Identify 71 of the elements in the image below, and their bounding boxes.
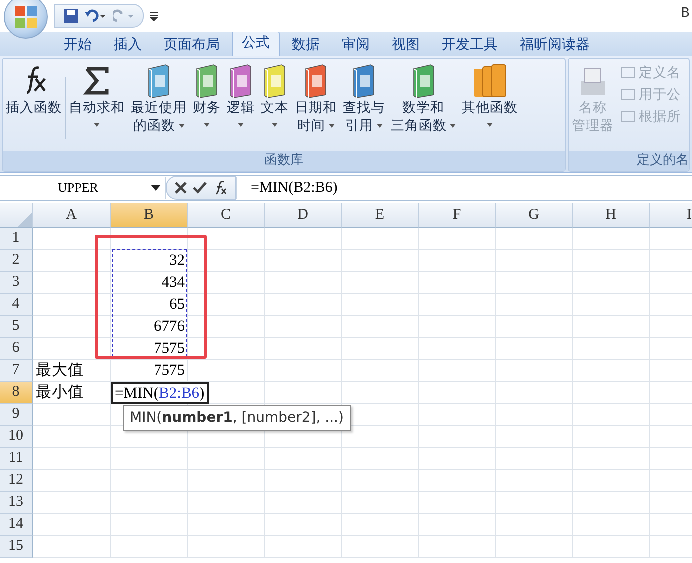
ribbon-button[interactable]: 查找与 引用 [340, 63, 388, 135]
table-cell-text: 7575 [153, 339, 186, 359]
row-header[interactable]: 5 [0, 316, 33, 338]
ribbon-button[interactable]: 逻辑 [224, 63, 258, 133]
ribbon-tab[interactable]: 审阅 [332, 33, 380, 56]
ribbon-tab[interactable]: 公式 [232, 31, 280, 56]
column-header[interactable]: C [188, 203, 265, 228]
ribbon-tab[interactable]: 开发工具 [432, 33, 508, 56]
office-button[interactable] [4, 0, 48, 39]
table-cell-text: 最小值 [35, 383, 85, 403]
row-header[interactable]: 7 [0, 360, 33, 382]
ribbon-tab[interactable]: 数据 [282, 33, 330, 56]
row-header[interactable]: 11 [0, 448, 33, 470]
ribbon-button[interactable]: 其他函数 [459, 63, 521, 133]
ribbon-button[interactable]: 自动求和 [66, 63, 128, 133]
formula-field[interactable]: =MIN(B2:B6) [236, 177, 692, 199]
table-cell-text: 32 [168, 251, 186, 271]
name-box[interactable]: UPPER [0, 177, 166, 199]
formula-cell[interactable]: =MIN(B2:B6) [111, 382, 209, 404]
ribbon-button[interactable]: 数学和 三角函数 [388, 63, 459, 135]
column-header[interactable]: E [342, 203, 419, 228]
save-icon[interactable] [63, 8, 79, 24]
table-cell-text: 7575 [153, 361, 186, 381]
row-header[interactable]: 6 [0, 338, 33, 360]
label-icon [621, 110, 637, 124]
ribbon-button[interactable]: 日期和 时间 [292, 63, 340, 135]
undo-icon[interactable] [85, 9, 107, 23]
dropdown-icon[interactable] [151, 185, 161, 191]
ribbon-tab[interactable]: 福昕阅读器 [510, 33, 600, 56]
ribbon-tab[interactable]: 插入 [104, 33, 152, 56]
column-header[interactable]: F [419, 203, 496, 228]
group-label: 定义的名 [569, 151, 689, 171]
ribbon-tab[interactable]: 页面布局 [154, 33, 230, 56]
ribbon-button[interactable]: 插入函数 [3, 63, 65, 117]
cancel-icon[interactable] [175, 182, 187, 194]
ribbon-button[interactable]: 最近使用 的函数 [128, 63, 190, 135]
window-title: B [681, 6, 690, 21]
function-tooltip: MIN(number1, [number2], ...) [123, 405, 351, 431]
ribbon-tab[interactable]: 视图 [382, 33, 430, 56]
column-header[interactable]: D [265, 203, 342, 228]
column-header[interactable]: I [650, 203, 692, 228]
triangle-icon [18, 213, 32, 227]
column-header[interactable]: H [573, 203, 650, 228]
ribbon-button[interactable]: 文本 [258, 63, 292, 133]
function-icon[interactable] [213, 181, 227, 195]
customize-icon[interactable] [150, 11, 158, 21]
ribbon-button[interactable]: 财务 [190, 63, 224, 133]
row-header[interactable]: 2 [0, 250, 33, 272]
logo [14, 5, 38, 29]
table-cell-text: 65 [168, 295, 186, 315]
column-header[interactable]: B [111, 203, 188, 228]
column-header[interactable]: G [496, 203, 573, 228]
label-icon [621, 88, 637, 102]
label-icon [621, 66, 637, 80]
row-header[interactable]: 3 [0, 272, 33, 294]
column-header[interactable]: A [33, 203, 111, 228]
table-cell-text: 6776 [153, 317, 186, 337]
row-header[interactable]: 13 [0, 492, 33, 514]
check-icon[interactable] [193, 182, 207, 194]
row-header[interactable]: 1 [0, 228, 33, 250]
row-header[interactable]: 8 [0, 382, 33, 404]
table-cell-text: 434 [160, 273, 186, 293]
row-header[interactable]: 15 [0, 536, 33, 558]
row-header[interactable]: 14 [0, 514, 33, 536]
row-header[interactable]: 4 [0, 294, 33, 316]
row-header[interactable]: 9 [0, 404, 33, 426]
row-header[interactable]: 12 [0, 470, 33, 492]
group-label: 函数库 [3, 151, 565, 171]
ribbon-tab[interactable]: 开始 [54, 33, 102, 56]
row-header[interactable]: 10 [0, 426, 33, 448]
table-cell-text: 最大值 [35, 361, 85, 381]
